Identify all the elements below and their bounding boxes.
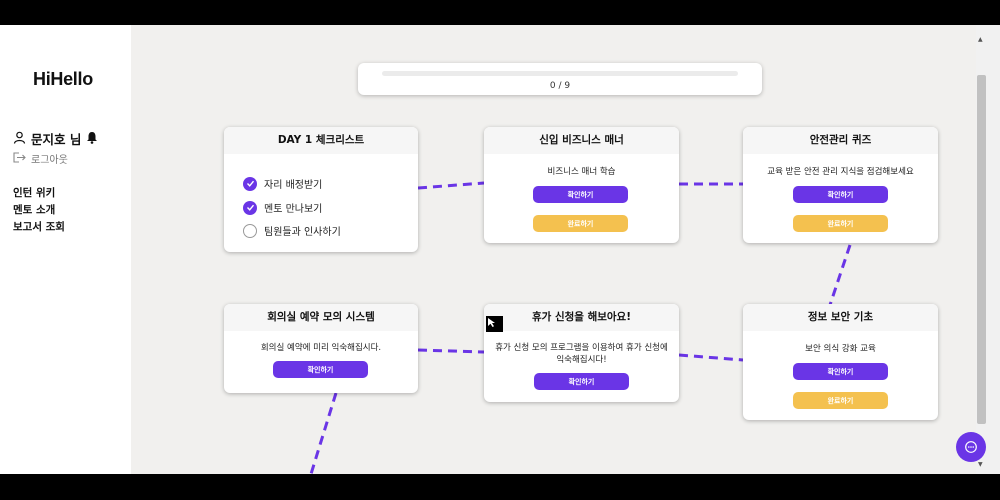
card-title: 신입 비즈니스 매너	[484, 127, 679, 154]
chat-button[interactable]	[956, 432, 986, 462]
vertical-scrollbar[interactable]: ▲ ▼	[976, 25, 1000, 474]
checklist-item: 팀원들과 인사하기	[243, 223, 341, 238]
scroll-up-arrow-icon[interactable]: ▲	[978, 36, 983, 43]
connector-safety-security	[828, 244, 852, 306]
card-safety-quiz: 안전관리 퀴즈 교육 받은 안전 관리 지식을 점검해보세요 확인하기 완료하기	[743, 127, 938, 243]
connector-day1-manner	[417, 181, 485, 190]
card-title: DAY 1 체크리스트	[224, 127, 418, 154]
checkbox-empty-icon[interactable]	[243, 223, 257, 238]
confirm-button[interactable]: 확인하기	[273, 361, 368, 378]
user-icon	[13, 131, 26, 147]
logo[interactable]: HiHello	[33, 69, 93, 90]
connector-meeting-vacation	[417, 348, 485, 354]
card-description: 교육 받은 안전 관리 지식을 점검해보세요	[767, 167, 914, 177]
card-description: 휴가 신청 모의 프로그램을 이용하여 휴가 신청에 익숙해집시다!	[495, 343, 668, 365]
card-business-manner: 신입 비즈니스 매너 비즈니스 매너 학습 확인하기 완료하기	[484, 127, 679, 243]
checklist-item: 자리 배정받기	[243, 176, 322, 191]
confirm-button[interactable]: 확인하기	[793, 363, 888, 380]
card-title: 정보 보안 기초	[743, 304, 938, 331]
bell-icon[interactable]	[86, 131, 98, 147]
checklist-label: 팀원들과 인사하기	[264, 227, 341, 238]
scroll-down-arrow-icon[interactable]: ▼	[978, 461, 983, 468]
card-title: 휴가 신청을 해보아요!	[484, 304, 679, 331]
card-title: 안전관리 퀴즈	[743, 127, 938, 154]
sidebar-nav: 인턴 위키 멘토 소개 보고서 조회	[13, 185, 65, 236]
progress-text: 0 / 9	[549, 81, 571, 91]
roadmap-area: 0 / 9 DAY 1 체크리스트 자리 배정받기 멘토 만나보기 팀원들과 인…	[131, 25, 976, 474]
checkbox-checked-icon[interactable]	[243, 200, 257, 215]
complete-button[interactable]: 완료하기	[793, 392, 888, 409]
app-frame: HiHello 문지호 님 로그아웃 인턴 위키 멘토 소개 보고서 조회 0 …	[0, 25, 1000, 474]
scrollbar-thumb[interactable]	[977, 75, 986, 424]
checklist-label: 멘토 만나보기	[264, 204, 323, 215]
cursor-icon	[488, 318, 495, 327]
connector-meeting-down	[309, 392, 338, 474]
card-description: 회의실 예약에 미리 익숙해집시다.	[260, 343, 382, 353]
card-meeting-room: 회의실 예약 모의 시스템 회의실 예약에 미리 익숙해집시다. 확인하기	[224, 304, 418, 393]
logout-link[interactable]: 로그아웃	[13, 151, 68, 166]
confirm-button[interactable]: 확인하기	[793, 186, 888, 203]
confirm-button[interactable]: 확인하기	[534, 373, 629, 390]
sidebar: HiHello 문지호 님 로그아웃 인턴 위키 멘토 소개 보고서 조회	[0, 25, 131, 474]
cursor-overlay	[486, 316, 503, 332]
user-name: 문지호 님	[31, 132, 82, 147]
progress-panel: 0 / 9	[358, 63, 762, 95]
sidebar-item-intern-wiki[interactable]: 인턴 위키	[13, 185, 65, 202]
user-info: 문지호 님	[13, 129, 98, 148]
card-info-security: 정보 보안 기초 보안 의식 강화 교육 확인하기 완료하기	[743, 304, 938, 420]
complete-button[interactable]: 완료하기	[793, 215, 888, 232]
logout-icon	[13, 151, 26, 166]
sidebar-item-reports[interactable]: 보고서 조회	[13, 219, 65, 236]
card-day1-checklist: DAY 1 체크리스트 자리 배정받기 멘토 만나보기 팀원들과 인사하기	[224, 127, 418, 252]
connector-vacation-security	[678, 353, 744, 362]
chat-icon	[965, 441, 977, 453]
logout-label: 로그아웃	[31, 155, 68, 166]
card-description: 보안 의식 강화 교육	[805, 344, 876, 354]
confirm-button[interactable]: 확인하기	[533, 186, 628, 203]
sidebar-item-mentor[interactable]: 멘토 소개	[13, 202, 65, 219]
progress-bar	[382, 71, 738, 76]
card-vacation: 휴가 신청을 해보아요! 휴가 신청 모의 프로그램을 이용하여 휴가 신청에 …	[484, 304, 679, 402]
checklist-item: 멘토 만나보기	[243, 200, 322, 215]
checklist-label: 자리 배정받기	[264, 180, 323, 191]
checkbox-checked-icon[interactable]	[243, 176, 257, 191]
card-description: 비즈니스 매너 학습	[547, 167, 616, 177]
complete-button[interactable]: 완료하기	[533, 215, 628, 232]
card-title: 회의실 예약 모의 시스템	[224, 304, 418, 331]
